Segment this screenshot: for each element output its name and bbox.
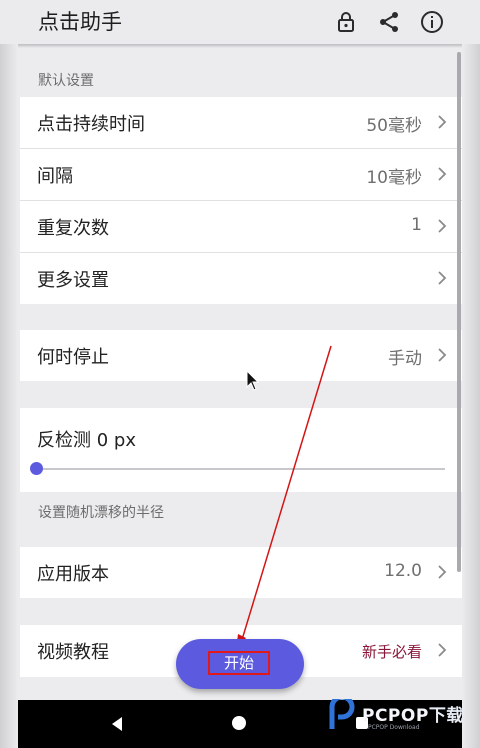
page-title: 点击助手 xyxy=(38,10,122,34)
row-when-to-stop[interactable]: 何时停止 手动 xyxy=(20,330,462,381)
scrollbar[interactable] xyxy=(457,52,461,572)
lock-icon[interactable] xyxy=(334,10,358,34)
anti-detect-card: 反检测 0 px xyxy=(20,408,462,492)
share-icon[interactable] xyxy=(377,10,401,34)
anti-detect-slider-thumb[interactable] xyxy=(30,462,43,475)
start-button-label: 开始 xyxy=(208,651,270,675)
watermark-logo-icon xyxy=(329,699,355,729)
stop-card: 何时停止 手动 xyxy=(20,330,462,381)
info-icon[interactable] xyxy=(420,10,444,34)
settings-list[interactable]: 默认设置 点击持续时间 50毫秒 间隔 10毫秒 重复次数 1 更多设置 何时停… xyxy=(20,50,462,700)
row-label: 应用版本 xyxy=(37,564,109,585)
row-label: 重复次数 xyxy=(37,218,109,239)
chevron-right-icon xyxy=(438,167,447,181)
watermark-subtext: PCPOP Download xyxy=(368,724,420,731)
back-icon[interactable] xyxy=(110,716,124,732)
row-label: 更多设置 xyxy=(37,270,109,291)
row-label: 视频教程 xyxy=(37,642,109,663)
home-icon[interactable] xyxy=(232,716,246,730)
section-label-radius: 设置随机漂移的半径 xyxy=(38,505,164,521)
section-label-defaults: 默认设置 xyxy=(38,73,94,89)
start-button[interactable]: 开始 xyxy=(176,639,304,689)
row-value: 50毫秒 xyxy=(366,116,422,136)
row-label: 点击持续时间 xyxy=(37,114,145,135)
version-card: 应用版本 12.0 xyxy=(20,547,462,598)
anti-detect-label: 反检测 0 px xyxy=(37,430,136,451)
mouse-cursor-icon xyxy=(246,370,260,391)
chevron-right-icon xyxy=(438,219,447,233)
row-more-settings[interactable]: 更多设置 xyxy=(20,253,462,304)
row-value: 10毫秒 xyxy=(366,168,422,188)
row-value: 手动 xyxy=(388,349,422,369)
row-interval[interactable]: 间隔 10毫秒 xyxy=(20,149,462,201)
row-click-duration[interactable]: 点击持续时间 50毫秒 xyxy=(20,97,462,149)
watermark-brand: PCPOP xyxy=(362,706,429,726)
chevron-right-icon xyxy=(438,643,447,657)
row-label: 何时停止 xyxy=(37,347,109,368)
anti-detect-slider-track[interactable] xyxy=(37,468,445,470)
chevron-right-icon xyxy=(438,115,447,129)
app-bar-shadow xyxy=(18,44,462,48)
chevron-right-icon xyxy=(438,348,447,362)
watermark-cn: 下载 xyxy=(428,706,464,726)
row-value: 1 xyxy=(411,215,422,235)
chevron-right-icon xyxy=(438,565,447,579)
app-window: 点击助手 默认设置 点击持续时间 50毫秒 间隔 10毫秒 重复次数 1 更多设… xyxy=(0,0,480,748)
row-repeat-count[interactable]: 重复次数 1 xyxy=(20,201,462,253)
watermark-text: PCPOP下载 xyxy=(362,701,464,726)
row-value: 新手必看 xyxy=(361,643,422,661)
row-label: 间隔 xyxy=(37,166,73,187)
row-app-version[interactable]: 应用版本 12.0 xyxy=(20,547,462,598)
app-bar: 点击助手 xyxy=(0,0,480,44)
chevron-right-icon xyxy=(438,271,447,285)
defaults-card: 点击持续时间 50毫秒 间隔 10毫秒 重复次数 1 更多设置 xyxy=(20,97,462,304)
row-value: 12.0 xyxy=(384,561,422,581)
